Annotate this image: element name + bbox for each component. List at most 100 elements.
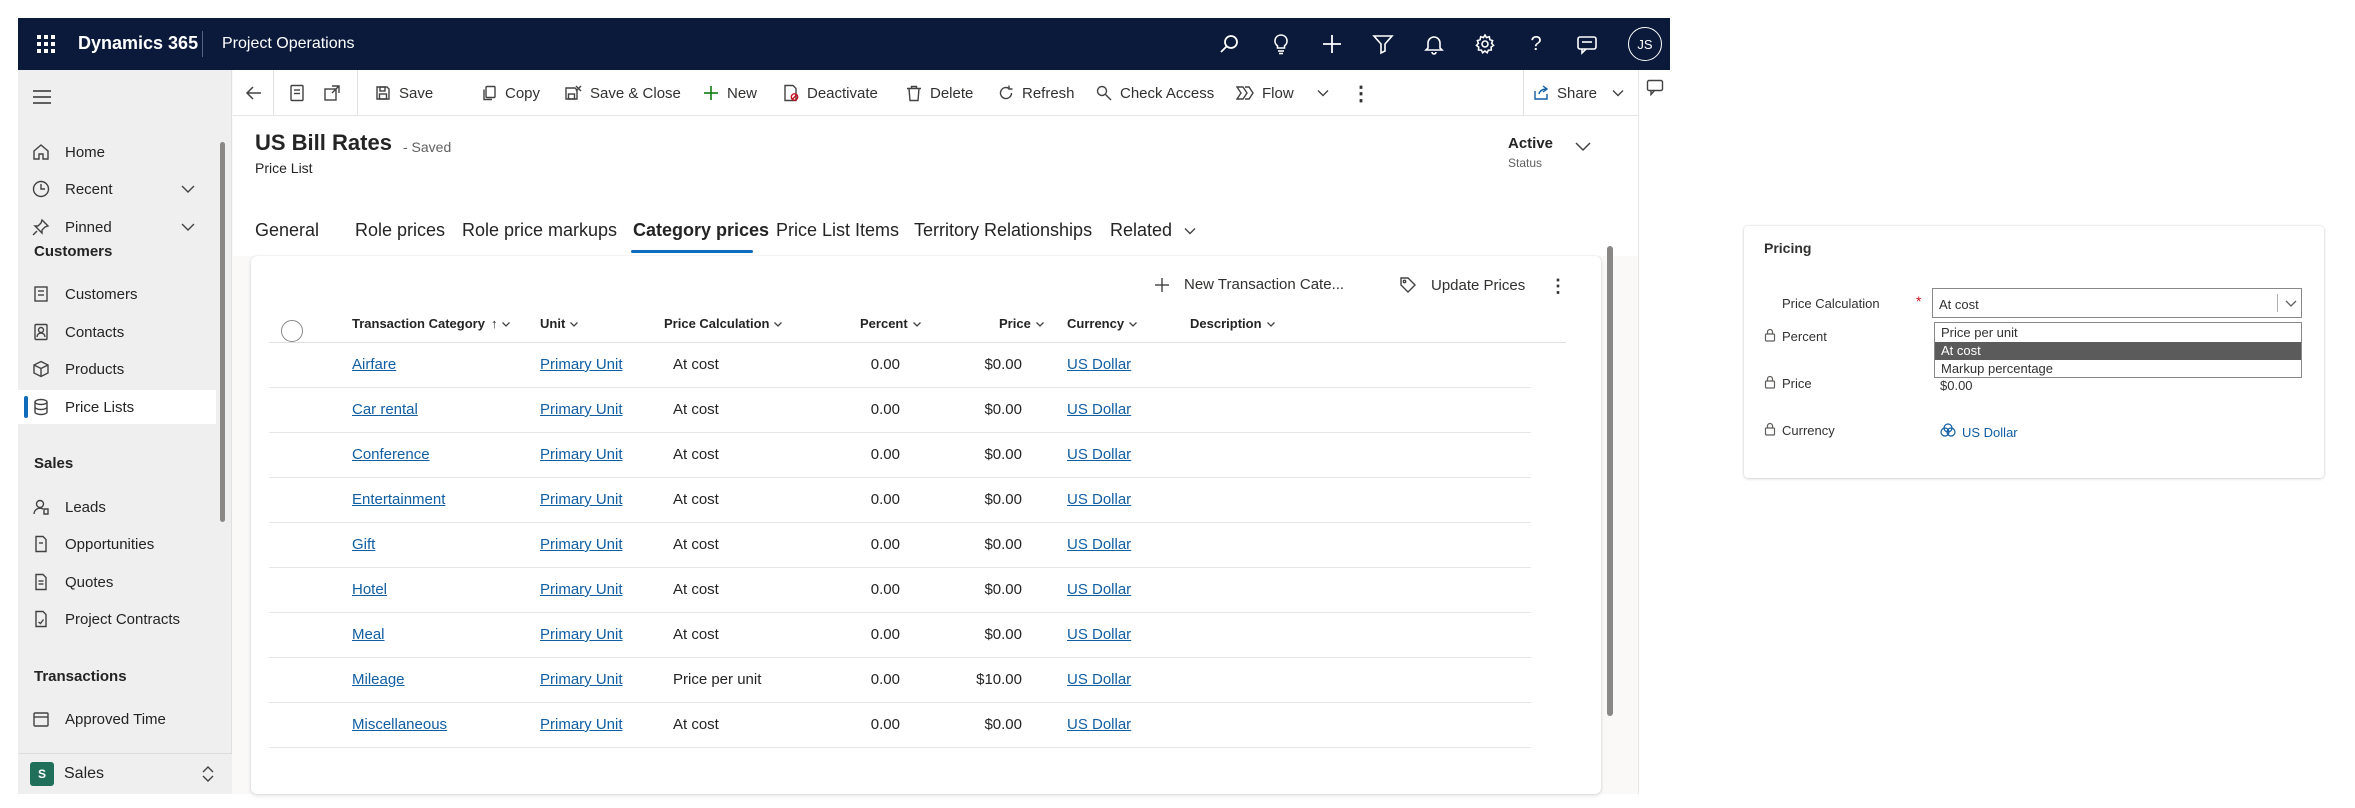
new-transaction-category-button[interactable]: New Transaction Cate... xyxy=(1154,276,1344,293)
sidebar-item-approved-time[interactable]: Approved Time xyxy=(18,702,216,736)
tab-category-prices[interactable]: Category prices xyxy=(633,220,769,241)
sidebar-item-pinned[interactable]: Pinned xyxy=(18,210,216,244)
category-link[interactable]: Gift xyxy=(352,536,375,553)
currency-link[interactable]: US Dollar xyxy=(1067,671,1131,688)
sidebar-item-contacts[interactable]: Contacts xyxy=(18,315,216,349)
category-link[interactable]: Miscellaneous xyxy=(352,716,447,733)
table-row[interactable]: Car rental Primary Unit At cost 0.00 $0.… xyxy=(269,388,1531,433)
sidebar-item-leads[interactable]: Leads xyxy=(18,490,216,524)
sidebar-item-price-lists[interactable]: Price Lists xyxy=(18,390,216,424)
plus-icon[interactable] xyxy=(1320,32,1344,56)
option-markup-percentage[interactable]: Markup percentage xyxy=(1935,360,2301,378)
column-header-percent[interactable]: Percent xyxy=(860,316,922,331)
category-link[interactable]: Airfare xyxy=(352,356,396,373)
chevron-down-icon[interactable] xyxy=(180,219,196,235)
delete-button[interactable]: Delete xyxy=(906,70,973,116)
unit-link[interactable]: Primary Unit xyxy=(540,446,623,463)
tab-related[interactable]: Related xyxy=(1110,220,1197,241)
unit-link[interactable]: Primary Unit xyxy=(540,716,623,733)
tab-territory-relationships[interactable]: Territory Relationships xyxy=(914,220,1092,241)
copy-button[interactable]: Copy xyxy=(481,70,540,116)
currency-link[interactable]: US Dollar xyxy=(1962,425,2018,440)
chat-icon[interactable] xyxy=(1646,78,1664,97)
bell-icon[interactable] xyxy=(1422,32,1446,56)
share-button[interactable]: Share xyxy=(1533,70,1633,116)
sidebar-item-quotes[interactable]: Quotes xyxy=(18,565,216,599)
sidebar-item-home[interactable]: Home xyxy=(18,135,216,169)
unit-link[interactable]: Primary Unit xyxy=(540,581,623,598)
tab-general[interactable]: General xyxy=(255,220,319,241)
chevron-down-icon[interactable] xyxy=(1573,136,1593,156)
column-header-description[interactable]: Description xyxy=(1190,316,1276,331)
hamburger-menu-icon[interactable] xyxy=(33,90,51,104)
select-all-checkbox[interactable] xyxy=(281,320,303,342)
unit-link[interactable]: Primary Unit xyxy=(540,356,623,373)
unit-link[interactable]: Primary Unit xyxy=(540,536,623,553)
help-icon[interactable]: ? xyxy=(1524,32,1548,56)
table-row[interactable]: Hotel Primary Unit At cost 0.00 $0.00 US… xyxy=(269,568,1531,613)
brand-name[interactable]: Dynamics 365 xyxy=(78,33,198,54)
price-calculation-select[interactable]: At cost xyxy=(1932,288,2302,318)
update-prices-button[interactable]: Update Prices xyxy=(1399,276,1525,294)
category-link[interactable]: Meal xyxy=(352,626,385,643)
save-button[interactable]: Save xyxy=(375,70,433,116)
chevron-down-icon[interactable] xyxy=(180,181,196,197)
currency-link[interactable]: US Dollar xyxy=(1067,491,1131,508)
currency-link[interactable]: US Dollar xyxy=(1067,446,1131,463)
sidebar-item-opportunities[interactable]: Opportunities xyxy=(18,527,216,561)
check-access-button[interactable]: Check Access xyxy=(1096,70,1214,116)
table-row[interactable]: Entertainment Primary Unit At cost 0.00 … xyxy=(269,478,1531,523)
option-at-cost[interactable]: At cost xyxy=(1935,342,2301,360)
more-commands-icon[interactable]: ⋮ xyxy=(1351,70,1371,116)
chevron-down-icon[interactable] xyxy=(2283,295,2299,311)
category-link[interactable]: Hotel xyxy=(352,581,387,598)
table-row[interactable]: Gift Primary Unit At cost 0.00 $0.00 US … xyxy=(269,523,1531,568)
tab-role-price-markups[interactable]: Role price markups xyxy=(462,220,617,241)
more-grid-commands-icon[interactable]: ⋮ xyxy=(1549,276,1567,297)
unit-link[interactable]: Primary Unit xyxy=(540,401,623,418)
app-launcher-icon[interactable] xyxy=(34,32,58,56)
unit-link[interactable]: Primary Unit xyxy=(540,491,623,508)
main-scrollbar[interactable] xyxy=(1607,246,1613,716)
category-link[interactable]: Car rental xyxy=(352,401,418,418)
currency-link[interactable]: US Dollar xyxy=(1067,536,1131,553)
tab-role-prices[interactable]: Role prices xyxy=(355,220,445,241)
category-link[interactable]: Entertainment xyxy=(352,491,445,508)
deactivate-button[interactable]: Deactivate xyxy=(783,70,878,116)
table-row[interactable]: Conference Primary Unit At cost 0.00 $0.… xyxy=(269,433,1531,478)
column-header-transaction-category[interactable]: Transaction Category ↑ xyxy=(352,316,511,331)
sidebar-item-project-contracts[interactable]: Project Contracts xyxy=(18,602,216,636)
table-row[interactable]: Miscellaneous Primary Unit At cost 0.00 … xyxy=(269,703,1531,748)
category-link[interactable]: Mileage xyxy=(352,671,405,688)
tab-price-list-items[interactable]: Price List Items xyxy=(776,220,899,241)
column-header-price-calculation[interactable]: Price Calculation xyxy=(664,316,783,331)
table-row[interactable]: Mileage Primary Unit Price per unit 0.00… xyxy=(269,658,1531,703)
save-close-button[interactable]: Save & Close xyxy=(564,70,681,116)
sidebar-item-products[interactable]: Products xyxy=(18,352,216,386)
sidebar-scrollbar[interactable] xyxy=(220,142,225,522)
sidebar-item-recent[interactable]: Recent xyxy=(18,172,216,206)
filter-icon[interactable] xyxy=(1371,32,1395,56)
flow-button[interactable]: Flow xyxy=(1236,70,1338,116)
gear-icon[interactable] xyxy=(1473,32,1497,56)
back-button[interactable] xyxy=(245,70,271,116)
chat-icon[interactable] xyxy=(1575,32,1599,56)
column-header-currency[interactable]: Currency xyxy=(1067,316,1138,331)
app-name[interactable]: Project Operations xyxy=(222,35,355,53)
unit-link[interactable]: Primary Unit xyxy=(540,671,623,688)
column-header-price[interactable]: Price xyxy=(999,316,1045,331)
form-view-button[interactable] xyxy=(289,70,313,116)
column-header-unit[interactable]: Unit xyxy=(540,316,579,331)
chevron-down-icon[interactable] xyxy=(1316,86,1330,100)
currency-link[interactable]: US Dollar xyxy=(1067,716,1131,733)
unit-link[interactable]: Primary Unit xyxy=(540,626,623,643)
option-price-per-unit[interactable]: Price per unit xyxy=(1935,324,2301,342)
currency-link[interactable]: US Dollar xyxy=(1067,401,1131,418)
refresh-button[interactable]: Refresh xyxy=(998,70,1075,116)
table-row[interactable]: Meal Primary Unit At cost 0.00 $0.00 US … xyxy=(269,613,1531,658)
currency-link[interactable]: US Dollar xyxy=(1067,356,1131,373)
sidebar-item-customers[interactable]: Customers xyxy=(18,277,216,311)
category-link[interactable]: Conference xyxy=(352,446,430,463)
search-icon[interactable] xyxy=(1218,32,1242,56)
currency-link[interactable]: US Dollar xyxy=(1067,626,1131,643)
